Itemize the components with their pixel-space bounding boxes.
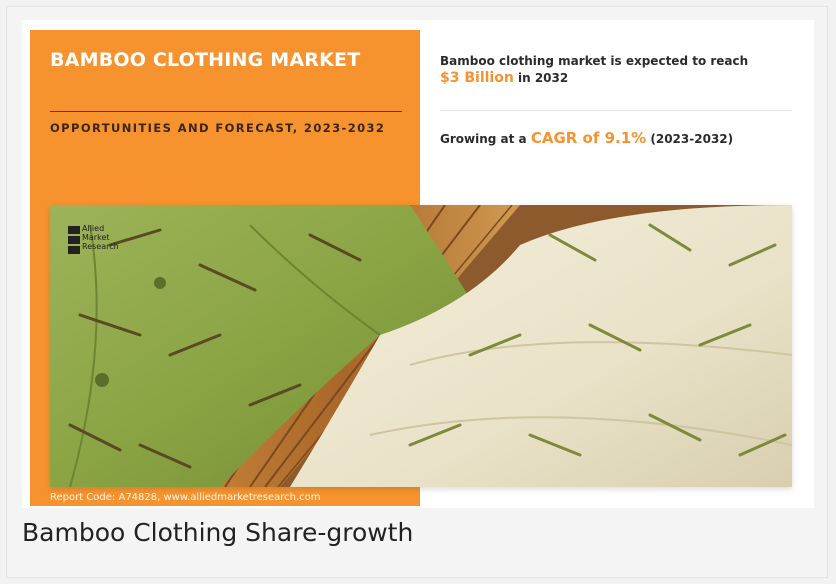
allied-market-research-logo-icon [68,226,80,254]
stat-divider [440,110,792,111]
infographic-title: BAMBOO CLOTHING MARKET [50,49,361,71]
market-size-stat: Bamboo clothing market is expected to re… [440,53,800,87]
logo-text-line-3: Research [82,242,119,251]
logo-text: Allied Market Research [82,224,142,251]
bamboo-fabric-photo [50,205,792,487]
cagr-suffix: (2023-2032) [650,132,734,146]
fabric-illustration [50,205,792,487]
logo-text-line-1: Allied [82,224,105,233]
market-size-suffix: in 2032 [518,71,569,85]
market-size-value: $3 Billion [440,70,514,86]
cagr-prefix: Growing at a [440,132,527,146]
logo-text-line-2: Market [82,233,110,242]
cagr-value: CAGR of 9.1% [530,129,647,147]
title-divider [50,111,402,112]
figure-caption: Bamboo Clothing Share-growth [22,518,414,547]
infographic-subtitle: OPPORTUNITIES AND FORECAST, 2023-2032 [50,121,386,135]
cagr-stat: Growing at a CAGR of 9.1% (2023-2032) [440,128,800,149]
report-code: Report Code: A74828, www.alliedmarketres… [50,492,321,503]
market-size-prefix: Bamboo clothing market is expected to re… [440,54,749,68]
allied-market-research-logo: Allied Market Research [68,224,138,258]
